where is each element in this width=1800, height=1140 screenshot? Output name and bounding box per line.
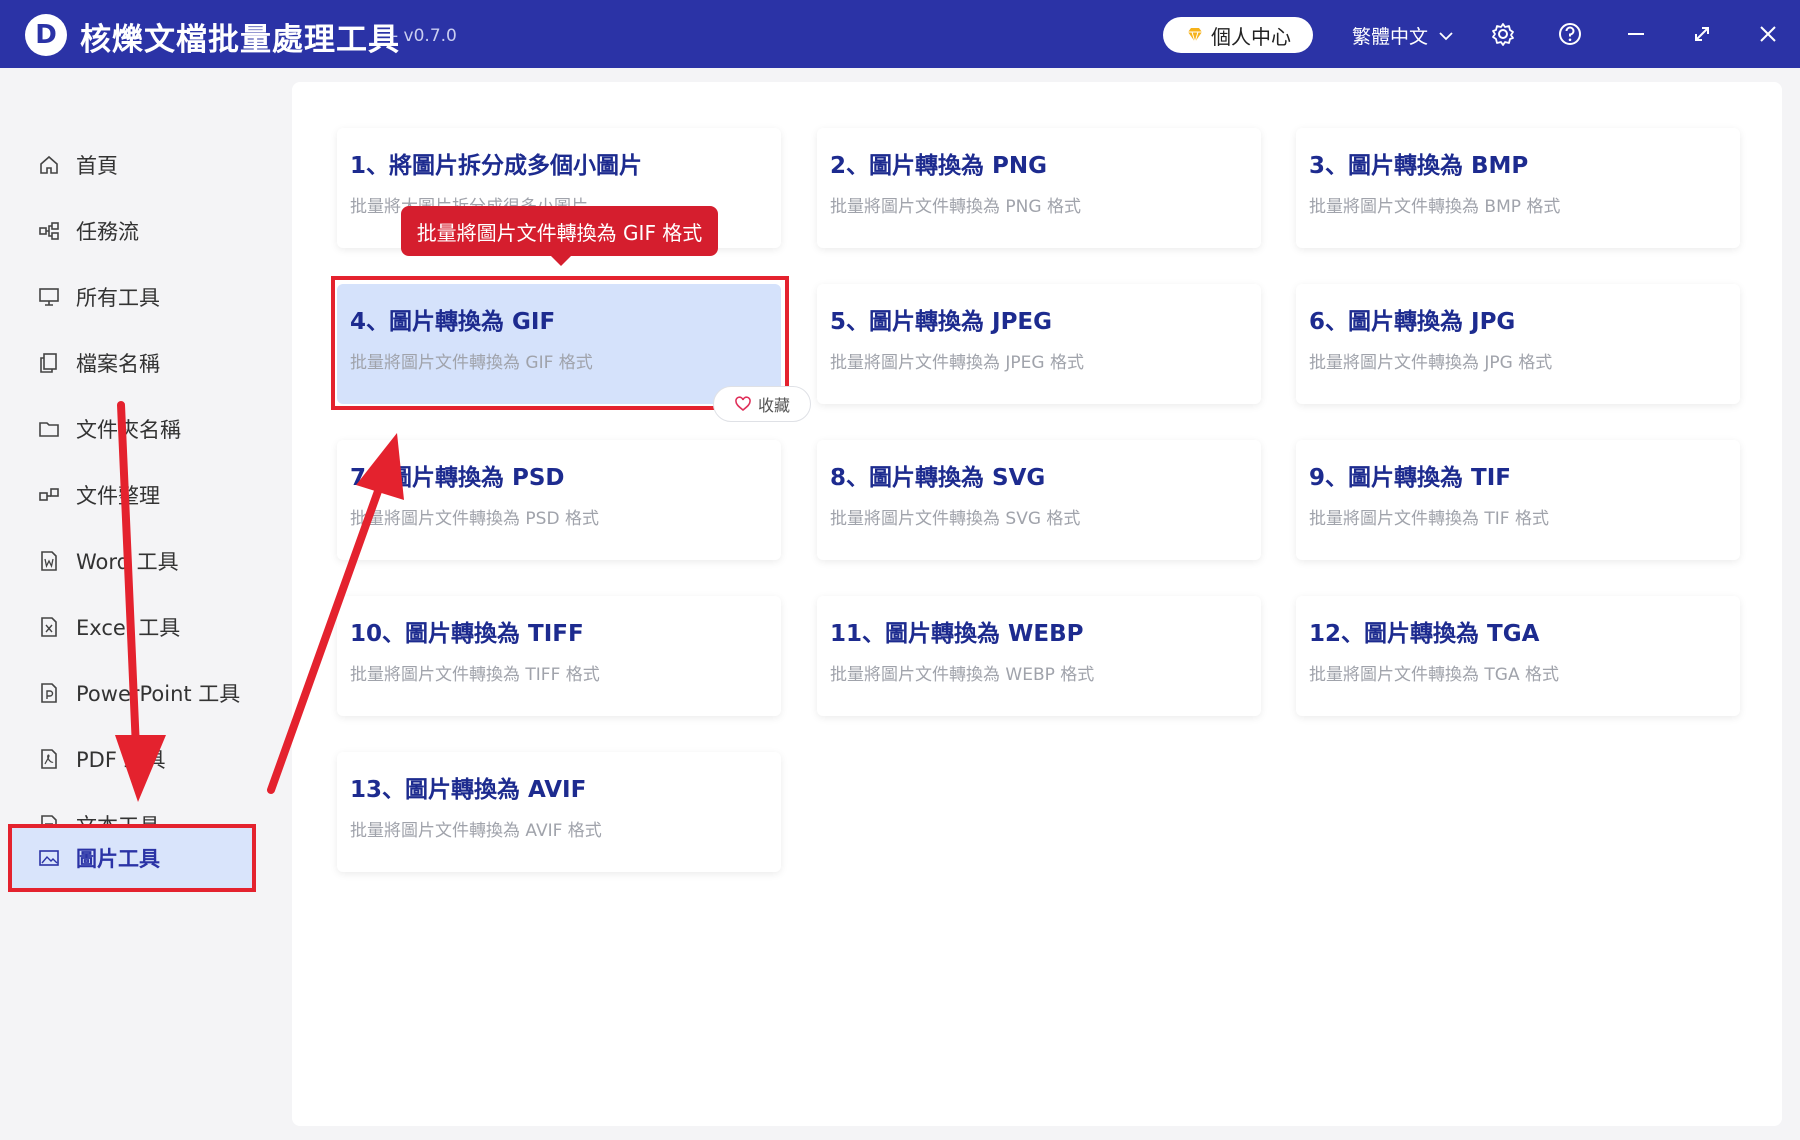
monitor-icon bbox=[39, 288, 59, 306]
language-label: 繁體中文 bbox=[1352, 26, 1429, 48]
tool-card-title: 12、圖片轉換為 TGA bbox=[1309, 621, 1540, 647]
chevron-down-icon bbox=[1439, 31, 1453, 40]
help-icon[interactable] bbox=[1556, 20, 1584, 48]
tool-card-to-tga[interactable]: 12、圖片轉換為 TGA 批量將圖片文件轉換為 TGA 格式 bbox=[1296, 596, 1740, 716]
tool-card-to-avif[interactable]: 13、圖片轉換為 AVIF 批量將圖片文件轉換為 AVIF 格式 bbox=[337, 752, 781, 872]
personal-center-label: 個人中心 bbox=[1211, 24, 1291, 49]
close-icon[interactable] bbox=[1754, 20, 1782, 48]
tool-card-desc: 批量將圖片文件轉換為 JPG 格式 bbox=[1309, 353, 1553, 373]
tool-card-desc: 批量將圖片文件轉換為 WEBP 格式 bbox=[830, 665, 1095, 685]
tool-card-desc: 批量將圖片文件轉換為 PNG 格式 bbox=[830, 197, 1081, 217]
sidebar-item-label: PDF 工具 bbox=[76, 748, 166, 772]
tool-card-title: 1、將圖片拆分成多個小圖片 bbox=[350, 153, 643, 179]
minimize-icon[interactable] bbox=[1622, 20, 1650, 48]
tool-card-title: 6、圖片轉換為 JPG bbox=[1309, 309, 1516, 335]
sidebar-item-workflow[interactable]: 任務流 bbox=[12, 201, 252, 261]
app-logo: D bbox=[25, 14, 67, 56]
tool-card-desc: 批量將圖片文件轉換為 AVIF 格式 bbox=[350, 821, 602, 841]
tool-card-desc: 批量將圖片文件轉換為 SVG 格式 bbox=[830, 509, 1081, 529]
favorite-button[interactable]: 收藏 bbox=[713, 386, 811, 422]
tool-card-desc: 批量將圖片文件轉換為 PSD 格式 bbox=[350, 509, 599, 529]
tool-card-desc: 批量將圖片文件轉換為 TGA 格式 bbox=[1309, 665, 1559, 685]
heart-icon bbox=[735, 396, 751, 412]
pdf-icon bbox=[41, 749, 57, 769]
tooltip: 批量將圖片文件轉換為 GIF 格式 bbox=[401, 206, 718, 266]
sidebar-item-pdf-tools[interactable]: PDF 工具 bbox=[12, 729, 252, 789]
sidebar-item-excel-tools[interactable]: Excel 工具 bbox=[12, 597, 252, 657]
tooltip-pointer bbox=[551, 256, 571, 266]
maximize-icon[interactable] bbox=[1688, 20, 1716, 48]
tool-card-title: 13、圖片轉換為 AVIF bbox=[350, 777, 587, 803]
tool-card-title: 9、圖片轉換為 TIF bbox=[1309, 465, 1511, 491]
app-version: - v0.7.0 bbox=[392, 26, 457, 46]
favorite-label: 收藏 bbox=[757, 396, 790, 415]
tool-card-to-tif[interactable]: 9、圖片轉換為 TIF 批量將圖片文件轉換為 TIF 格式 bbox=[1296, 440, 1740, 560]
gear-icon[interactable] bbox=[1489, 20, 1517, 48]
sidebar-item-label: 檔案名稱 bbox=[76, 352, 160, 376]
tool-card-to-png[interactable]: 2、圖片轉換為 PNG 批量將圖片文件轉換為 PNG 格式 bbox=[817, 128, 1261, 248]
tool-card-to-jpg[interactable]: 6、圖片轉換為 JPG 批量將圖片文件轉換為 JPG 格式 bbox=[1296, 284, 1740, 404]
tool-card-to-bmp[interactable]: 3、圖片轉換為 BMP 批量將圖片文件轉換為 BMP 格式 bbox=[1296, 128, 1740, 248]
tool-card-desc: 批量將圖片文件轉換為 TIF 格式 bbox=[1309, 509, 1549, 529]
tooltip-text: 批量將圖片文件轉換為 GIF 格式 bbox=[416, 220, 703, 245]
organize-icon bbox=[39, 488, 59, 501]
tool-card-title: 5、圖片轉換為 JPEG bbox=[830, 309, 1053, 335]
sidebar-item-folder-name[interactable]: 文件夾名稱 bbox=[12, 399, 252, 459]
sidebar-item-label: 文件夾名稱 bbox=[76, 418, 181, 442]
sidebar-item-label: Word 工具 bbox=[76, 550, 179, 574]
sidebar-item-home[interactable]: 首頁 bbox=[12, 135, 252, 195]
tool-card-to-webp[interactable]: 11、圖片轉換為 WEBP 批量將圖片文件轉換為 WEBP 格式 bbox=[817, 596, 1261, 716]
tool-card-to-tiff[interactable]: 10、圖片轉換為 TIFF 批量將圖片文件轉換為 TIFF 格式 bbox=[337, 596, 781, 716]
app-title: 核爍文檔批量處理工具 bbox=[80, 22, 400, 58]
language-selector[interactable]: 繁體中文 bbox=[1352, 22, 1454, 49]
sidebar-item-filename[interactable]: 檔案名稱 bbox=[12, 333, 252, 393]
folder-icon bbox=[39, 422, 59, 437]
tool-card-title: 3、圖片轉換為 BMP bbox=[1309, 153, 1529, 179]
sidebar-item-all-tools[interactable]: 所有工具 bbox=[12, 267, 252, 327]
title-bar: D 核爍文檔批量處理工具 - v0.7.0 個人中心 繁體中文 bbox=[0, 0, 1800, 68]
app-window: D 核爍文檔批量處理工具 - v0.7.0 個人中心 繁體中文 首頁 任務流 所… bbox=[0, 0, 1800, 1140]
word-icon bbox=[41, 551, 57, 571]
sidebar-item-powerpoint-tools[interactable]: PowerPoint 工具 bbox=[12, 663, 252, 723]
excel-icon bbox=[41, 617, 57, 637]
file-copy-icon bbox=[40, 353, 57, 373]
sidebar-item-label: 任務流 bbox=[76, 220, 139, 244]
sidebar-item-label: 文件整理 bbox=[76, 484, 160, 508]
sidebar-item-word-tools[interactable]: Word 工具 bbox=[12, 531, 252, 591]
tool-card-to-psd[interactable]: 7、圖片轉換為 PSD 批量將圖片文件轉換為 PSD 格式 bbox=[337, 440, 781, 560]
tool-card-desc: 批量將圖片文件轉換為 BMP 格式 bbox=[1309, 197, 1561, 217]
tool-card-desc: 批量將圖片文件轉換為 TIFF 格式 bbox=[350, 665, 600, 685]
tool-card-title: 2、圖片轉換為 PNG bbox=[830, 153, 1047, 179]
workflow-icon bbox=[39, 222, 59, 240]
personal-center-button[interactable]: 個人中心 bbox=[1163, 17, 1313, 53]
tool-card-to-jpeg[interactable]: 5、圖片轉換為 JPEG 批量將圖片文件轉換為 JPEG 格式 bbox=[817, 284, 1261, 404]
sidebar-item-file-organize[interactable]: 文件整理 bbox=[12, 465, 252, 525]
sidebar-item-label: Excel 工具 bbox=[76, 616, 181, 640]
sidebar-item-label: PowerPoint 工具 bbox=[76, 682, 241, 706]
tool-card-title: 10、圖片轉換為 TIFF bbox=[350, 621, 584, 647]
tool-card-title: 7、圖片轉換為 PSD bbox=[350, 465, 565, 491]
tool-card-desc: 批量將圖片文件轉換為 JPEG 格式 bbox=[830, 353, 1084, 373]
sidebar: 首頁 任務流 所有工具 檔案名稱 文件夾名稱 文件整理 Word 工具 Exce… bbox=[0, 68, 256, 1140]
home-icon bbox=[40, 155, 58, 174]
sidebar-item-image-tools[interactable]: 圖片工具 bbox=[8, 824, 256, 892]
tool-card-title: 11、圖片轉換為 WEBP bbox=[830, 621, 1084, 647]
sidebar-item-label: 首頁 bbox=[76, 154, 118, 178]
tool-card-title: 8、圖片轉換為 SVG bbox=[830, 465, 1046, 491]
sidebar-item-label: 圖片工具 bbox=[76, 847, 160, 871]
sidebar-item-label: 所有工具 bbox=[76, 286, 160, 310]
tool-card-to-svg[interactable]: 8、圖片轉換為 SVG 批量將圖片文件轉換為 SVG 格式 bbox=[817, 440, 1261, 560]
diamond-icon bbox=[1188, 28, 1202, 44]
image-icon bbox=[39, 850, 59, 866]
powerpoint-icon bbox=[41, 683, 57, 703]
